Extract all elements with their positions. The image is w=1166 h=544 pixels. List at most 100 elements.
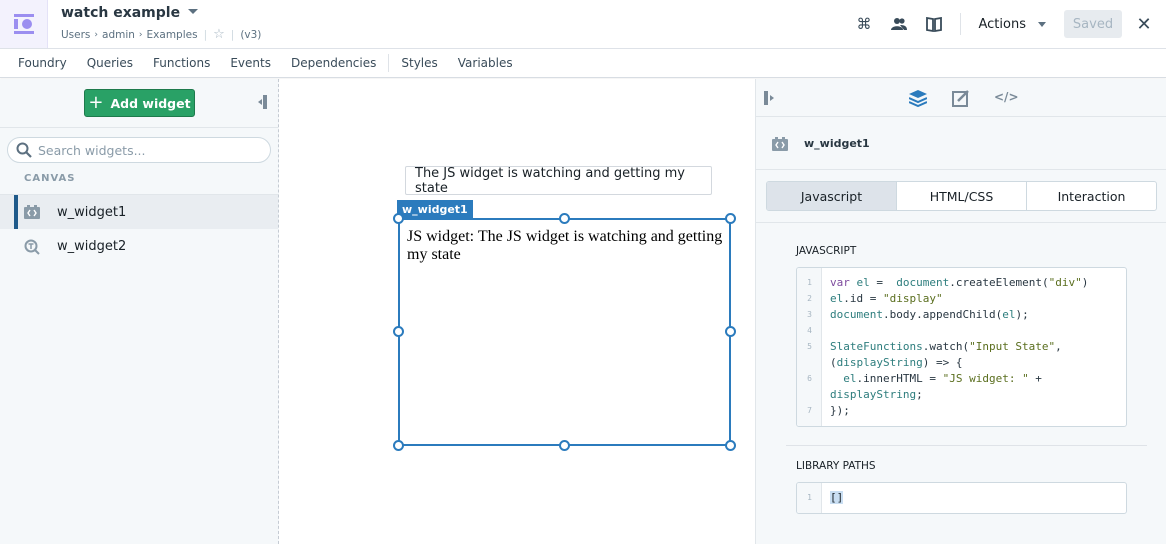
chevron-right-icon: › bbox=[138, 29, 143, 40]
code-line: (displayString) => { bbox=[830, 356, 963, 369]
menu-styles[interactable]: Styles bbox=[391, 56, 447, 70]
library-paths-section-label: LIBRARY PATHS bbox=[796, 460, 876, 472]
tab-html-css[interactable]: HTML/CSS bbox=[897, 182, 1027, 210]
library-paths-editor[interactable]: 1 [] bbox=[796, 482, 1127, 514]
tree-item-label: w_widget2 bbox=[57, 238, 127, 254]
code-line: var el = document.createElement("div") bbox=[830, 276, 1089, 289]
code-icon[interactable]: </> bbox=[994, 90, 1019, 104]
line-number: 7 bbox=[807, 406, 812, 415]
js-widget-output: JS widget: The JS widget is watching and… bbox=[407, 228, 723, 263]
star-icon[interactable]: ☆ bbox=[213, 27, 225, 42]
code-widget-icon bbox=[772, 137, 788, 151]
search-widgets-input[interactable] bbox=[38, 142, 258, 158]
js-widget[interactable]: JS widget: The JS widget is watching and… bbox=[398, 218, 731, 446]
resize-handle-sw[interactable] bbox=[393, 440, 404, 451]
line-number: 3 bbox=[807, 310, 812, 319]
menu-functions[interactable]: Functions bbox=[143, 56, 220, 70]
document-title-text: watch example bbox=[61, 5, 181, 21]
line-number: 6 bbox=[807, 374, 812, 383]
code-line: el.innerHTML = "JS widget: " + bbox=[843, 372, 1042, 385]
resize-handle-nw[interactable] bbox=[393, 213, 404, 224]
plus-icon: + bbox=[88, 92, 104, 113]
selected-widget-name[interactable]: w_widget1 bbox=[804, 137, 870, 150]
line-number: 1 bbox=[807, 493, 812, 502]
divider bbox=[388, 54, 390, 72]
search-icon bbox=[16, 142, 32, 158]
collapse-panel-icon[interactable] bbox=[258, 95, 268, 109]
text-input-value: The JS widget is watching and getting my… bbox=[415, 165, 685, 196]
breadcrumb-users[interactable]: Users bbox=[61, 29, 90, 41]
header-actions: ⌘ Actions Saved ✕ bbox=[847, 0, 1166, 48]
divider bbox=[756, 169, 1166, 170]
code-line: displayString; bbox=[830, 388, 923, 401]
resize-handle-w[interactable] bbox=[393, 326, 404, 337]
expand-panel-icon[interactable] bbox=[764, 91, 776, 105]
resize-handle-n[interactable] bbox=[559, 213, 570, 224]
javascript-editor[interactable]: 1 var el = document.createElement("div") … bbox=[796, 267, 1127, 427]
line-number bbox=[797, 387, 822, 403]
title-caret-icon[interactable] bbox=[188, 8, 199, 14]
canvas-section-label: CANVAS bbox=[24, 173, 76, 184]
properties-panel: </> w_widget1 Javascript HTML/CSS Intera… bbox=[755, 79, 1166, 544]
command-icon[interactable]: ⌘ bbox=[847, 15, 882, 33]
properties-toolbar: </> bbox=[756, 79, 1166, 117]
caret-down-icon bbox=[1038, 21, 1046, 27]
code-line: }); bbox=[830, 404, 850, 417]
document-title[interactable]: watch example bbox=[61, 5, 199, 21]
line-number bbox=[797, 355, 822, 371]
menu-queries[interactable]: Queries bbox=[77, 56, 143, 70]
version-label: (v3) bbox=[240, 28, 262, 41]
line-number: 1 bbox=[807, 278, 812, 287]
divider bbox=[959, 13, 961, 35]
saved-button[interactable]: Saved bbox=[1064, 10, 1122, 38]
resize-handle-se[interactable] bbox=[725, 440, 736, 451]
tree-item-w-widget1[interactable]: w_widget1 bbox=[0, 195, 278, 229]
layers-icon[interactable] bbox=[909, 90, 927, 107]
actions-label: Actions bbox=[978, 16, 1027, 32]
widget-sidebar: + Add widget CANVAS w_widget1 w_widget2 bbox=[0, 79, 279, 544]
breadcrumb: Users › admin › Examples | ☆ | (v3) bbox=[61, 27, 261, 42]
menu-dependencies[interactable]: Dependencies bbox=[281, 56, 386, 70]
divider: | bbox=[230, 28, 235, 41]
add-widget-label: Add widget bbox=[110, 95, 191, 111]
tab-javascript[interactable]: Javascript bbox=[767, 182, 897, 210]
close-icon[interactable]: ✕ bbox=[1122, 14, 1166, 35]
tab-interaction[interactable]: Interaction bbox=[1027, 182, 1156, 210]
resize-handle-s[interactable] bbox=[559, 440, 570, 451]
search-widgets[interactable] bbox=[7, 137, 271, 163]
text-input-widget-icon bbox=[24, 239, 40, 255]
menu-foundry[interactable]: Foundry bbox=[8, 56, 77, 70]
breadcrumb-admin[interactable]: admin bbox=[102, 29, 135, 41]
text-input-widget[interactable]: The JS widget is watching and getting my… bbox=[405, 165, 712, 196]
slate-logo-icon bbox=[13, 14, 34, 34]
code-line: SlateFunctions.watch("Input State", bbox=[830, 340, 1062, 353]
edit-style-icon[interactable] bbox=[952, 90, 969, 107]
top-bar: watch example Users › admin › Examples |… bbox=[0, 0, 1166, 49]
resize-handle-e[interactable] bbox=[725, 326, 736, 337]
editor-tabs: Javascript HTML/CSS Interaction bbox=[766, 181, 1157, 211]
app-logo[interactable] bbox=[0, 0, 48, 48]
actions-dropdown[interactable]: Actions bbox=[969, 17, 1057, 32]
menu-events[interactable]: Events bbox=[220, 56, 281, 70]
menu-variables[interactable]: Variables bbox=[448, 56, 523, 70]
tree-item-label: w_widget1 bbox=[57, 204, 127, 220]
divider bbox=[786, 445, 1147, 446]
line-number: 5 bbox=[807, 342, 812, 351]
resize-handle-ne[interactable] bbox=[725, 213, 736, 224]
add-widget-button[interactable]: + Add widget bbox=[84, 89, 195, 117]
library-paths-value: [] bbox=[830, 491, 844, 504]
code-line: el.id = "display" bbox=[830, 292, 943, 305]
line-number: 2 bbox=[807, 294, 812, 303]
code-line: document.body.appendChild(el); bbox=[830, 308, 1029, 321]
selected-widget-tag: w_widget1 bbox=[397, 200, 473, 218]
breadcrumb-examples[interactable]: Examples bbox=[147, 29, 198, 41]
book-icon[interactable] bbox=[917, 16, 952, 32]
code-widget-icon bbox=[24, 205, 40, 219]
tree-item-w-widget2[interactable]: w_widget2 bbox=[0, 229, 278, 263]
canvas[interactable]: The JS widget is watching and getting my… bbox=[280, 79, 755, 544]
users-icon[interactable] bbox=[882, 17, 917, 31]
chevron-right-icon: › bbox=[94, 29, 99, 40]
divider: | bbox=[203, 28, 208, 41]
divider bbox=[0, 127, 278, 128]
divider bbox=[756, 222, 1166, 223]
